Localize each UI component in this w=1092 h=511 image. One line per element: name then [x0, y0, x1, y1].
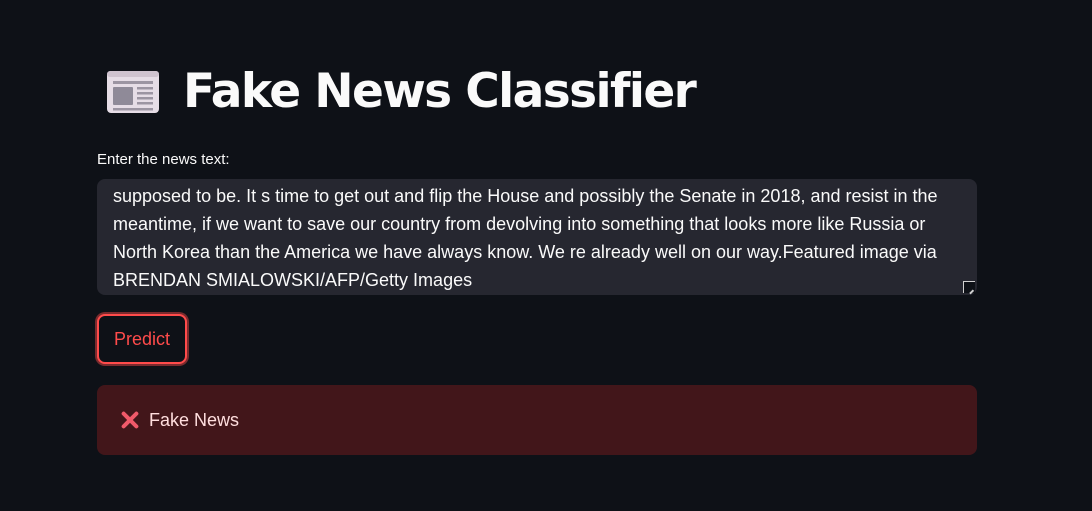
newspaper-icon — [105, 68, 161, 116]
news-text-value[interactable]: supposed to be. It s time to get out and… — [113, 182, 963, 294]
app-container: Fake News Classifier Enter the news text… — [0, 0, 1092, 511]
result-alert: Fake News — [97, 385, 977, 455]
page-header: Fake News Classifier — [105, 62, 697, 122]
result-text: Fake News — [149, 409, 240, 430]
news-text-area[interactable]: supposed to be. It s time to get out and… — [97, 179, 977, 295]
resize-handle-icon[interactable] — [963, 281, 975, 293]
page-title: Fake News Classifier — [183, 64, 697, 119]
cross-mark-icon — [120, 410, 140, 430]
news-text-label: Enter the news text: — [97, 151, 230, 168]
predict-button[interactable]: Predict — [97, 314, 187, 364]
